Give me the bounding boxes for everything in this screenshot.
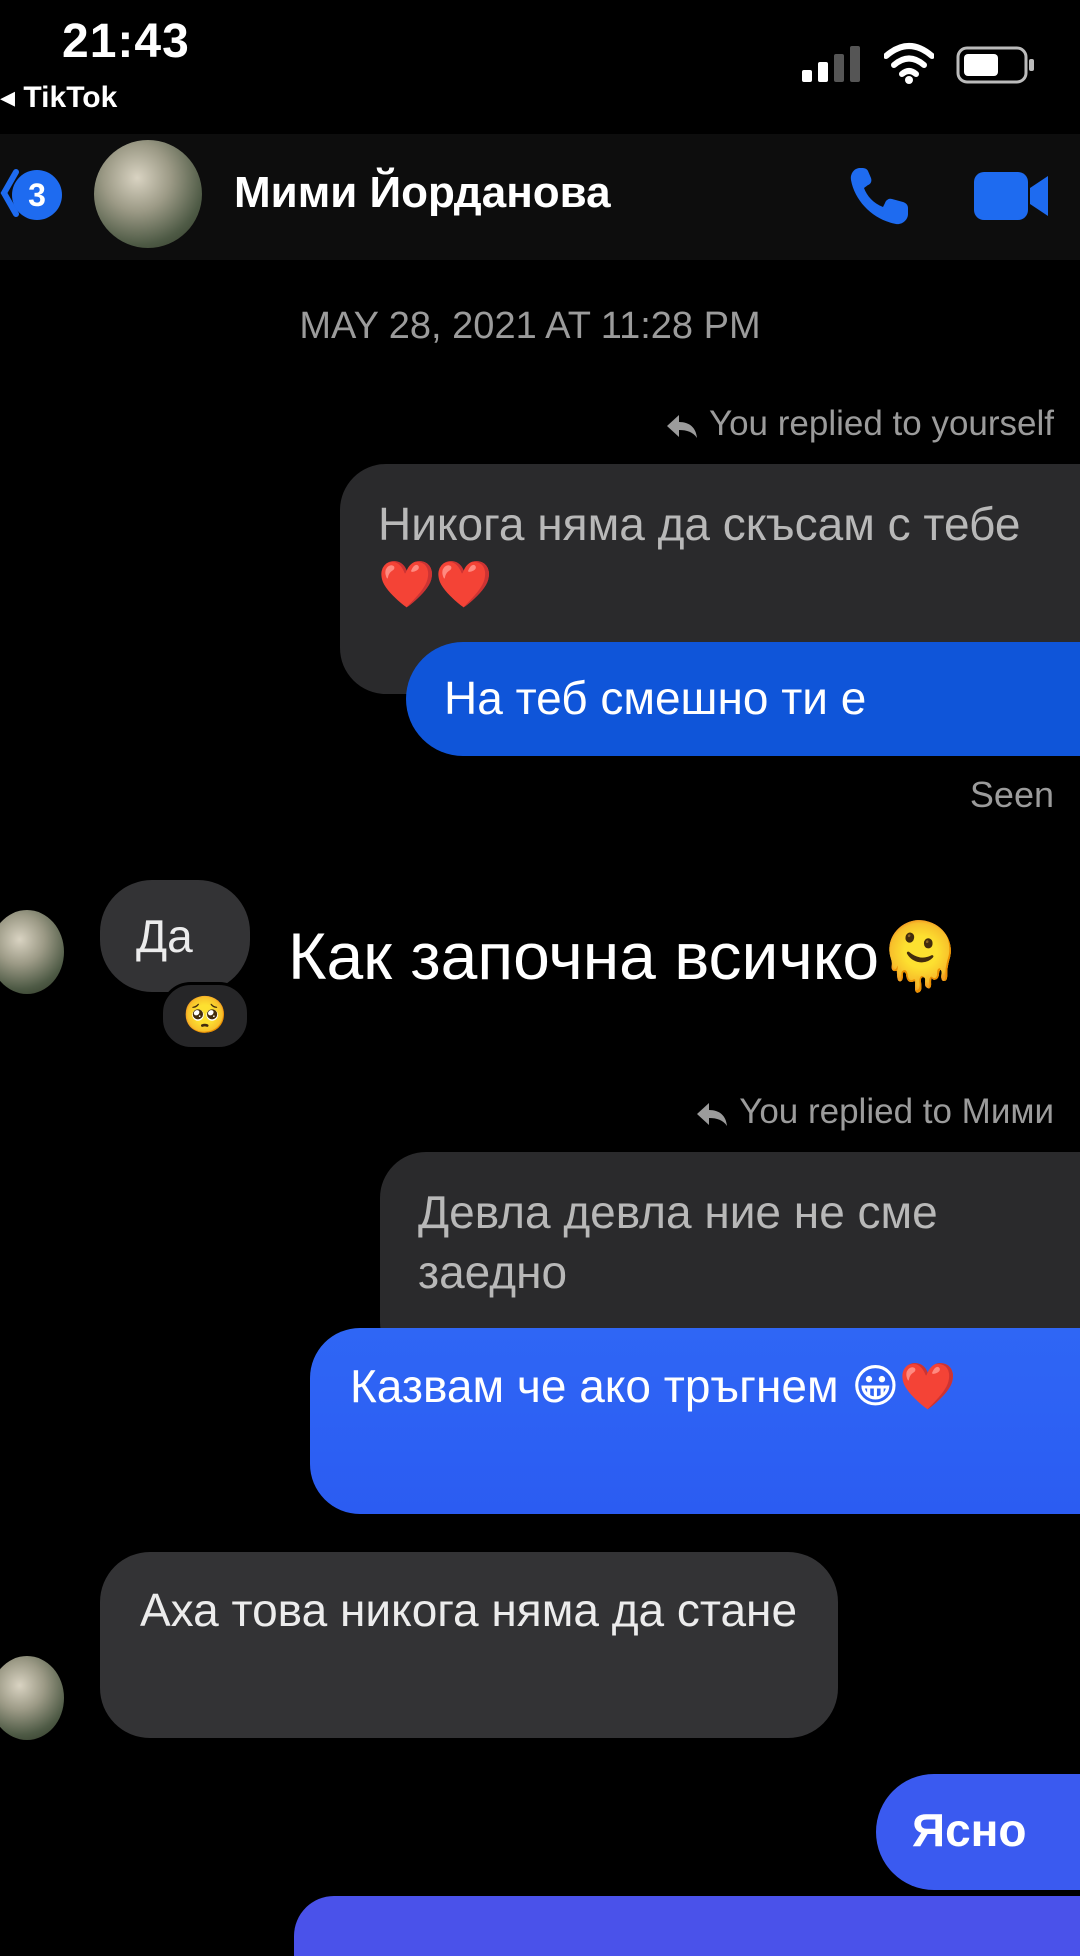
- phone-call-icon[interactable]: [846, 164, 914, 228]
- reply-arrow-icon: [697, 1102, 728, 1126]
- reply-label: You replied to yourself: [665, 404, 1054, 444]
- sent-message[interactable]: Ясно: [876, 1774, 1080, 1890]
- reply-label-text: You replied to yourself: [708, 404, 1054, 443]
- message-reaction[interactable]: 🥺: [160, 982, 250, 1050]
- status-time: 21:43: [62, 15, 190, 68]
- received-message[interactable]: Аха това никога няма да стане: [100, 1552, 838, 1738]
- sent-message-partial[interactable]: [294, 1896, 1080, 1956]
- wifi-icon: [884, 43, 934, 84]
- sender-avatar[interactable]: [0, 910, 64, 994]
- back-to-app-link[interactable]: ◂ TikTok: [0, 80, 117, 115]
- signal-icon: [802, 46, 860, 82]
- unread-count-badge[interactable]: 3: [12, 170, 62, 220]
- sender-avatar[interactable]: [0, 1656, 64, 1740]
- contact-avatar[interactable]: [94, 140, 202, 248]
- sent-message[interactable]: Казвам че ако тръгнем 😀❤️: [310, 1328, 1080, 1514]
- date-separator: MAY 28, 2021 AT 11:28 PM: [299, 305, 761, 347]
- seen-indicator: Seen: [969, 774, 1054, 815]
- sent-message[interactable]: На теб смешно ти е: [406, 642, 1080, 756]
- received-message[interactable]: Да: [100, 880, 250, 992]
- reply-label-text: You replied to Мими: [739, 1092, 1054, 1131]
- reply-label: You replied to Мими: [695, 1092, 1054, 1132]
- battery-icon: [956, 46, 1034, 84]
- contact-name[interactable]: Мими Йорданова: [234, 168, 611, 218]
- overlay-caption: Как започна всичко🫠: [288, 919, 962, 993]
- reply-arrow-icon: [666, 414, 697, 438]
- video-call-icon[interactable]: [972, 170, 1052, 222]
